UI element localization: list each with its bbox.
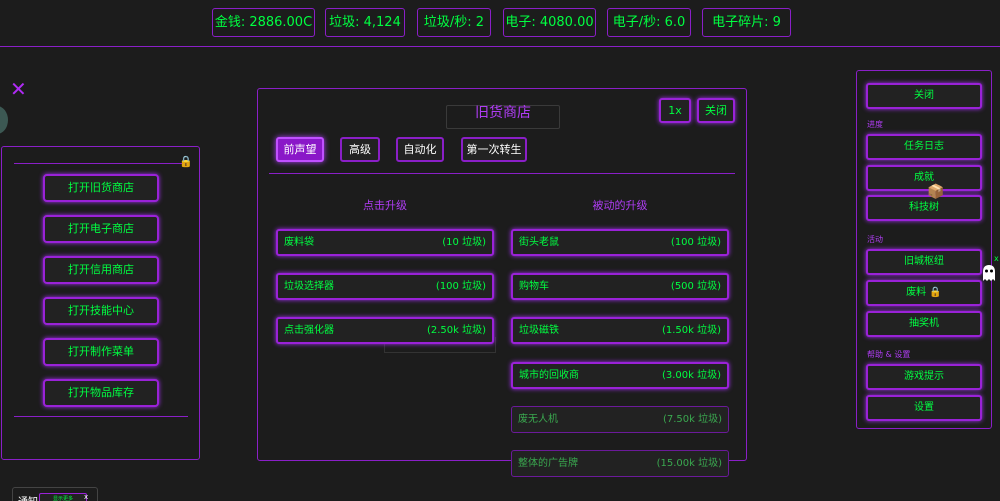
click-upgrades-header: 点击升级 (363, 199, 407, 212)
notification-close-icon[interactable]: x (84, 493, 88, 501)
upgrade-name: 废无人机 (518, 414, 558, 425)
upgrade-cost: (10 垃圾) (442, 237, 486, 248)
right-menu-panel: 关闭 进度 任务日志 成就 科技树 活动 旧城枢纽 废料 🔒 抽奖机 帮助 & … (856, 70, 992, 429)
stats-bar: 金钱: 2886.00C 垃圾: 4,124 垃圾/秒: 2 电子: 4080.… (0, 0, 1000, 47)
tab-first-rebirth[interactable]: 第一次转生 (461, 137, 527, 162)
upgrade-name: 街头老鼠 (519, 237, 559, 248)
avatar (0, 106, 8, 134)
progress-section-label: 进度 (867, 120, 883, 129)
lottery-button[interactable]: 抽奖机 (866, 311, 982, 337)
game-tips-button[interactable]: 游戏提示 (866, 364, 982, 390)
open-skill-center-button[interactable]: 打开技能中心 (43, 297, 159, 325)
activities-section-label: 活动 (867, 235, 883, 244)
upgrade-name: 整体的广告牌 (518, 458, 578, 469)
upgrade-cost: (15.00k 垃圾) (656, 458, 722, 469)
achievements-button[interactable]: 成就 (866, 165, 982, 191)
ghost-icon[interactable] (981, 264, 997, 282)
upgrade-city-recycler[interactable]: 城市的回收商 (3.00k 垃圾) (511, 362, 729, 389)
left-panel-divider-bottom (14, 416, 188, 417)
stat-scrap-per-sec: 垃圾/秒: 2 (417, 8, 491, 37)
show-more-button[interactable]: 显示更多 (39, 493, 87, 501)
stat-money: 金钱: 2886.00C (212, 8, 315, 37)
upgrade-name: 城市的回收商 (519, 370, 579, 381)
notification-bar: 通知 显示更多 x (12, 487, 98, 501)
upgrade-cost: (1.50k 垃圾) (661, 325, 721, 336)
tech-tree-button[interactable]: 科技树 (866, 195, 982, 221)
left-menu-panel: 🔒 打开旧货商店 打开电子商店 打开信用商店 打开技能中心 打开制作菜单 打开物… (1, 146, 200, 460)
upgrade-scrap-drone[interactable]: 废无人机 (7.50k 垃圾) (511, 406, 729, 433)
old-city-hub-button[interactable]: 旧城枢纽 (866, 249, 982, 275)
settings-button[interactable]: 设置 (866, 395, 982, 421)
upgrade-scrap-bag[interactable]: 废料袋 (10 垃圾) (276, 229, 494, 256)
stat-electrons: 电子: 4080.00 (503, 8, 596, 37)
ghost-close-icon[interactable]: x (994, 254, 999, 263)
upgrade-name: 垃圾选择器 (284, 281, 334, 292)
stat-electrons-per-sec: 电子/秒: 6.0 (607, 8, 691, 37)
upgrade-name: 购物车 (519, 281, 549, 292)
open-junk-shop-button[interactable]: 打开旧货商店 (43, 174, 159, 202)
upgrade-name: 废料袋 (284, 237, 314, 248)
open-credit-shop-button[interactable]: 打开信用商店 (43, 256, 159, 284)
stat-scrap: 垃圾: 4,124 (325, 8, 405, 37)
open-inventory-button[interactable]: 打开物品库存 (43, 379, 159, 407)
upgrade-cost: (3.00k 垃圾) (661, 370, 721, 381)
upgrade-cost: (100 垃圾) (670, 237, 721, 248)
open-crafting-menu-button[interactable]: 打开制作菜单 (43, 338, 159, 366)
left-panel-divider-top (14, 163, 182, 164)
upgrade-cost: (100 垃圾) (435, 281, 486, 292)
lock-icon: 🔒 (179, 155, 193, 168)
upgrade-junk-magnet[interactable]: 垃圾磁铁 (1.50k 垃圾) (511, 317, 729, 344)
upgrade-name: 垃圾磁铁 (519, 325, 559, 336)
stat-electron-fragments: 电子碎片: 9 (702, 8, 791, 37)
upgrade-junk-picker[interactable]: 垃圾选择器 (100 垃圾) (276, 273, 494, 300)
upgrade-cost: (2.50k 垃圾) (426, 325, 486, 336)
passive-upgrades-header: 被动的升级 (592, 199, 648, 212)
junk-shop-panel: 旧货商店 1x 关闭 前声望 高级 自动化 第一次转生 点击升级 被动的升级 废… (257, 88, 747, 477)
quest-log-button[interactable]: 任务日志 (866, 134, 982, 160)
shop-close-button[interactable]: 关闭 (697, 98, 735, 123)
upgrade-billboard[interactable]: 整体的广告牌 (15.00k 垃圾) (511, 450, 729, 477)
tab-advanced[interactable]: 高级 (340, 137, 380, 162)
help-settings-section-label: 帮助 & 设置 (867, 350, 911, 359)
open-electron-shop-button[interactable]: 打开电子商店 (43, 215, 159, 243)
close-icon[interactable]: ✕ (10, 79, 27, 99)
upgrade-name: 点击强化器 (284, 325, 334, 336)
cube-icon[interactable]: 📦 (927, 184, 944, 200)
buy-multiplier-button[interactable]: 1x (659, 98, 691, 123)
close-menu-button[interactable]: 关闭 (866, 83, 982, 109)
upgrade-cost: (500 垃圾) (670, 281, 721, 292)
tab-automation[interactable]: 自动化 (396, 137, 444, 162)
tab-pre-prestige[interactable]: 前声望 (276, 137, 324, 162)
upgrade-street-rat[interactable]: 街头老鼠 (100 垃圾) (511, 229, 729, 256)
upgrade-cost: (7.50k 垃圾) (662, 414, 722, 425)
upgrade-click-enhancer[interactable]: 点击强化器 (2.50k 垃圾) (276, 317, 494, 344)
notification-label: 通知 (18, 493, 38, 501)
shop-divider (269, 173, 735, 174)
scrap-locked-button[interactable]: 废料 🔒 (866, 280, 982, 306)
upgrade-shopping-cart[interactable]: 购物车 (500 垃圾) (511, 273, 729, 300)
